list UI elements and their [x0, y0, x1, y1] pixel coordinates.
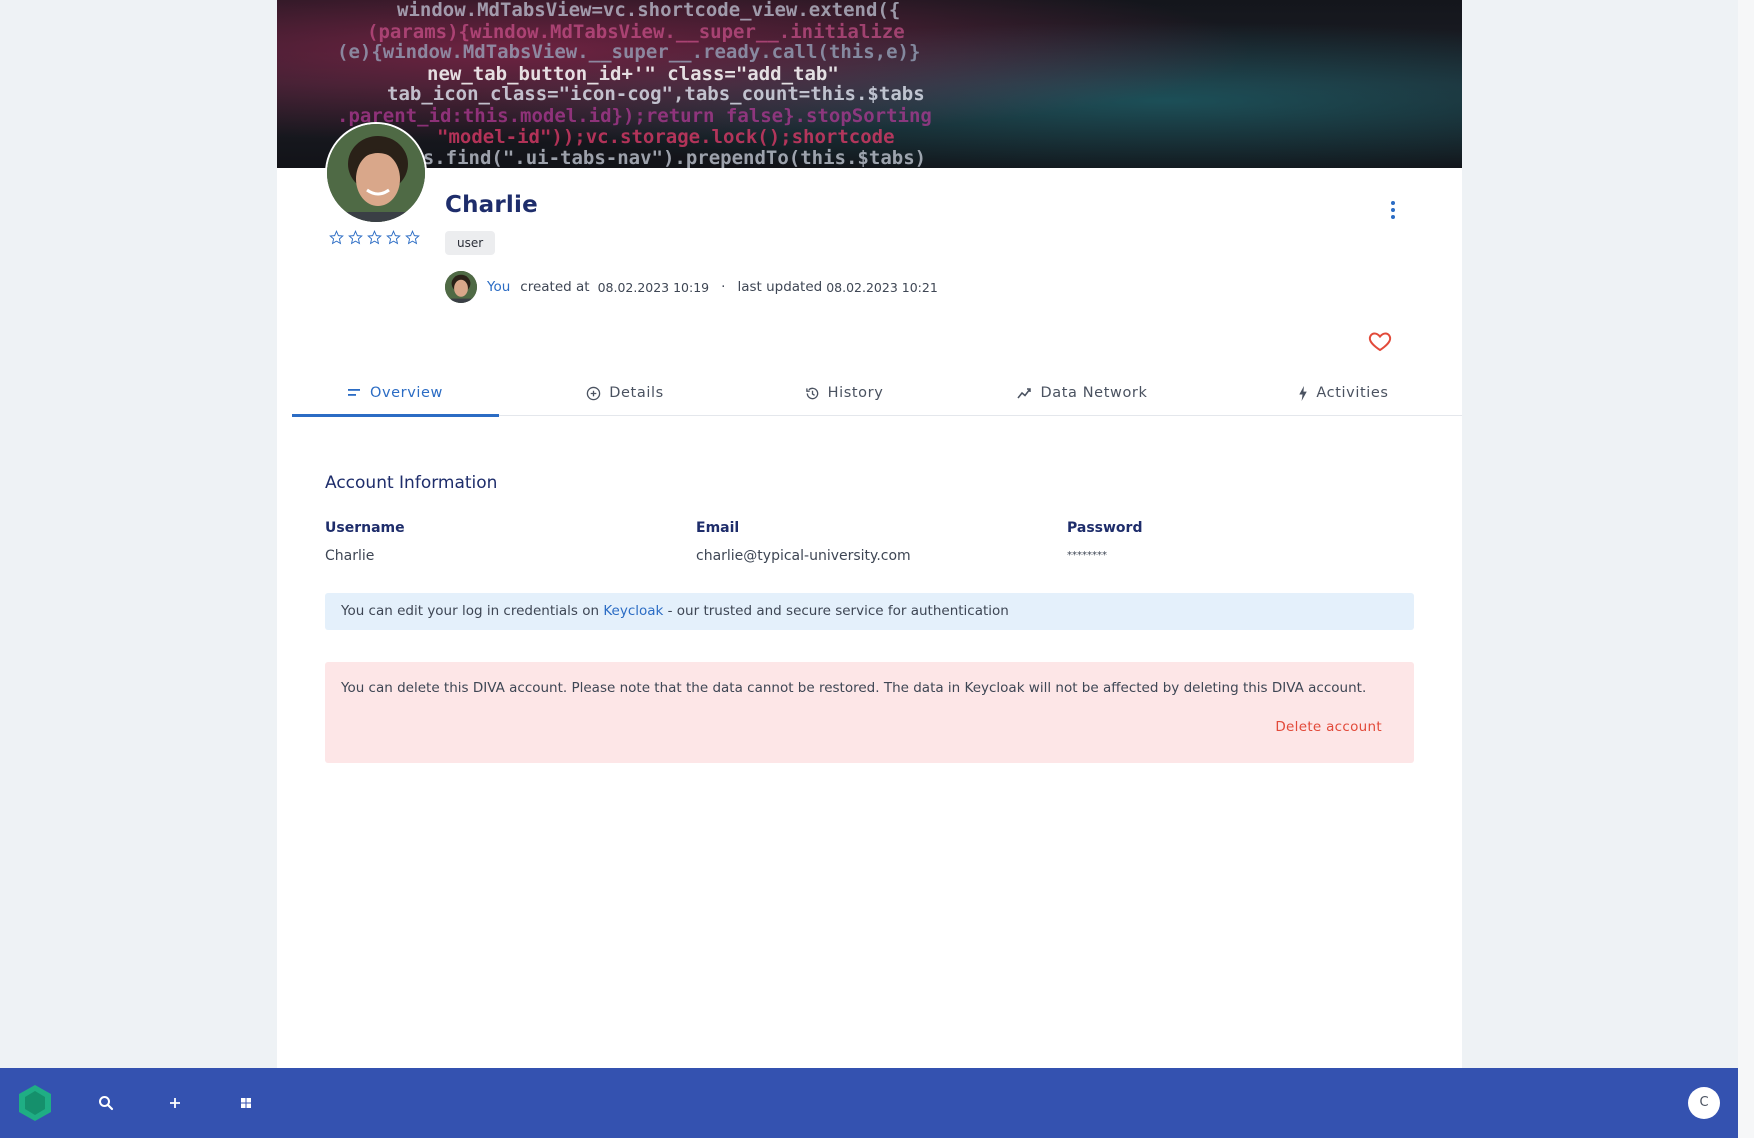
email-label: Email	[696, 520, 740, 536]
username-field: Username Charlie	[325, 520, 405, 564]
kebab-dot	[1391, 208, 1395, 212]
profile-card: window.MdTabsView=vc.shortcode_view.exte…	[277, 0, 1462, 1068]
creator-avatar	[445, 271, 477, 303]
email-field: Email charlie@typical-university.com	[696, 520, 911, 564]
bolt-icon	[1299, 385, 1308, 401]
tab-overview[interactable]: Overview	[292, 370, 499, 417]
kebab-menu-icon	[1391, 201, 1395, 205]
search-icon[interactable]	[95, 1092, 117, 1114]
star-icon[interactable]	[386, 230, 401, 245]
tab-label: Overview	[369, 385, 444, 401]
tab-label: History	[827, 385, 884, 401]
bottom-navigation-bar: C	[0, 1068, 1738, 1138]
svg-text:(params){window.MdTabsView.__s: (params){window.MdTabsView.__super__.ini…	[367, 21, 905, 43]
lines-icon	[347, 389, 360, 396]
svg-text:new_tab_button_id+'" class="ad: new_tab_button_id+'" class="add_tab"	[427, 63, 839, 85]
svg-text:tab_icon_class="icon-cog",tabs: tab_icon_class="icon-cog",tabs_count=thi…	[387, 83, 925, 105]
svg-text:$tabs.find(".ui-tabs-nav").pre: $tabs.find(".ui-tabs-nav").prependTo(thi…	[377, 147, 926, 168]
profile-avatar	[325, 122, 427, 224]
trend-icon	[1016, 388, 1031, 399]
role-badge: user	[445, 231, 496, 255]
tab-label: Data Network	[1040, 385, 1148, 401]
tab-label: Activities	[1316, 385, 1389, 401]
info-text-after: - our trusted and secure service for aut…	[663, 603, 1009, 619]
updated-label: last updated	[737, 279, 823, 295]
tab-activities[interactable]: Activities	[1227, 370, 1460, 416]
star-icon[interactable]	[405, 230, 420, 245]
meta-separator: ·	[721, 279, 726, 295]
delete-account-button[interactable]: Delete account	[1275, 719, 1382, 735]
tab-label: Details	[609, 385, 664, 401]
username-label: Username	[325, 520, 405, 536]
password-field: Password ********	[1067, 520, 1142, 561]
password-label: Password	[1067, 520, 1143, 536]
info-alert: You can edit your log in credentials on …	[325, 593, 1414, 630]
svg-text:window.MdTabsView=vc.shortcode: window.MdTabsView=vc.shortcode_view.exte…	[397, 0, 900, 21]
info-text-before: You can edit your log in credentials on	[341, 603, 604, 619]
plus-circle-icon	[587, 386, 601, 400]
created-label: created at	[520, 279, 590, 295]
tab-details[interactable]: Details	[499, 370, 751, 416]
star-icon[interactable]	[367, 230, 382, 245]
history-icon	[805, 387, 818, 399]
email-value: charlie@typical-university.com	[696, 548, 911, 564]
user-avatar-button[interactable]: C	[1688, 1087, 1720, 1119]
profile-tabs: Overview Details History Data Network Ac…	[292, 370, 1462, 417]
grid-icon[interactable]	[235, 1092, 257, 1114]
profile-banner-image: window.MdTabsView=vc.shortcode_view.exte…	[277, 0, 1462, 168]
plus-icon[interactable]	[164, 1092, 186, 1114]
section-title: Account Information	[325, 473, 498, 493]
username-value: Charlie	[325, 548, 375, 564]
app-logo-icon[interactable]	[15, 1083, 55, 1123]
kebab-dot	[1391, 215, 1395, 219]
updated-date: 08.02.2023 10:21	[826, 279, 938, 295]
svg-text:.parent_id:this.model.id});ret: .parent_id:this.model.id});return false}…	[337, 105, 932, 127]
star-icon[interactable]	[329, 230, 344, 245]
scrollbar[interactable]	[1738, 0, 1754, 1138]
created-date: 08.02.2023 10:19	[597, 279, 710, 295]
tab-data-network[interactable]: Data Network	[937, 370, 1227, 416]
star-icon[interactable]	[348, 230, 363, 245]
svg-text:(e){window.MdTabsView.__super_: (e){window.MdTabsView.__super__.ready.ca…	[337, 41, 920, 63]
rating-stars[interactable]	[329, 230, 420, 245]
password-value: ********	[1067, 550, 1107, 561]
svg-text:"model-id"));vc.storage.lock(): "model-id"));vc.storage.lock();shortcode	[437, 126, 895, 148]
profile-name: Charlie	[445, 192, 538, 218]
delete-account-alert: You can delete this DIVA account. Please…	[325, 662, 1414, 763]
creator-link[interactable]: You	[487, 279, 510, 295]
heart-icon[interactable]	[1368, 329, 1392, 353]
delete-warning-text: You can delete this DIVA account. Please…	[341, 680, 1367, 696]
profile-meta: You created at 08.02.2023 10:19 · last u…	[445, 271, 938, 303]
tab-history[interactable]: History	[751, 370, 937, 416]
more-options-button[interactable]	[1383, 195, 1403, 225]
keycloak-link[interactable]: Keycloak	[603, 603, 663, 619]
